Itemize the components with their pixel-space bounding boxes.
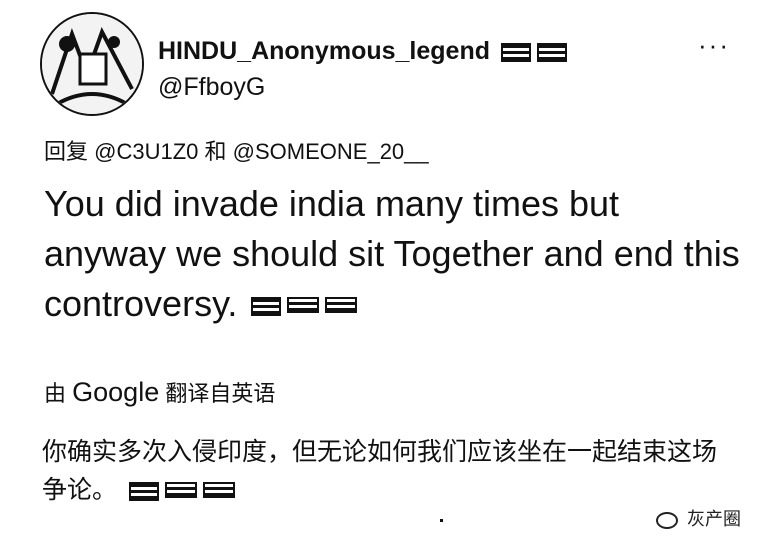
divider-dot (440, 519, 443, 522)
flag-icon (202, 481, 235, 498)
watermark-text: 灰产圈 (687, 509, 742, 529)
reply-user-link-2[interactable]: @SOMEONE_20__ (233, 139, 429, 164)
author-name[interactable]: HINDU_Anonymous_legend (158, 37, 567, 66)
name-flags (500, 42, 567, 62)
reply-prefix: 回复 (44, 139, 89, 164)
india-flag-icon (500, 42, 531, 62)
flag-icon (164, 481, 197, 498)
tweet-text: You did invade india many times but anyw… (44, 183, 740, 324)
reply-conjunction: 和 (204, 139, 227, 164)
india-flag-icon (251, 296, 282, 316)
body-flags (251, 296, 358, 316)
more-options-icon[interactable]: ··· (698, 30, 730, 61)
translation-body: 你确实多次入侵印度，但无论如何我们应该坐在一起结束这场争论。 (42, 433, 732, 509)
india-flag-icon (128, 481, 159, 501)
flag-icon (325, 296, 358, 313)
wechat-icon (656, 511, 678, 529)
translated-by-prefix: 由 (44, 381, 67, 406)
reply-user-link-1[interactable]: @C3U1Z0 (94, 139, 198, 164)
flag-icon (536, 42, 567, 62)
translation-flags (128, 481, 235, 501)
author-name-text[interactable]: HINDU_Anonymous_legend (158, 37, 490, 65)
watermark: 灰产圈 (656, 505, 741, 531)
avatar[interactable] (40, 12, 144, 116)
translated-by: 由 Google 翻译自英语 (44, 376, 275, 408)
avatar-image (42, 14, 142, 114)
flag-icon (287, 296, 320, 313)
translated-by-suffix: 翻译自英语 (165, 381, 276, 406)
google-logo[interactable]: Google (72, 377, 159, 407)
reply-context: 回复 @C3U1Z0 和 @SOMEONE_20__ (44, 134, 429, 166)
tweet-body: You did invade india many times but anyw… (44, 179, 744, 329)
author-handle[interactable]: @FfboyG (158, 73, 265, 102)
